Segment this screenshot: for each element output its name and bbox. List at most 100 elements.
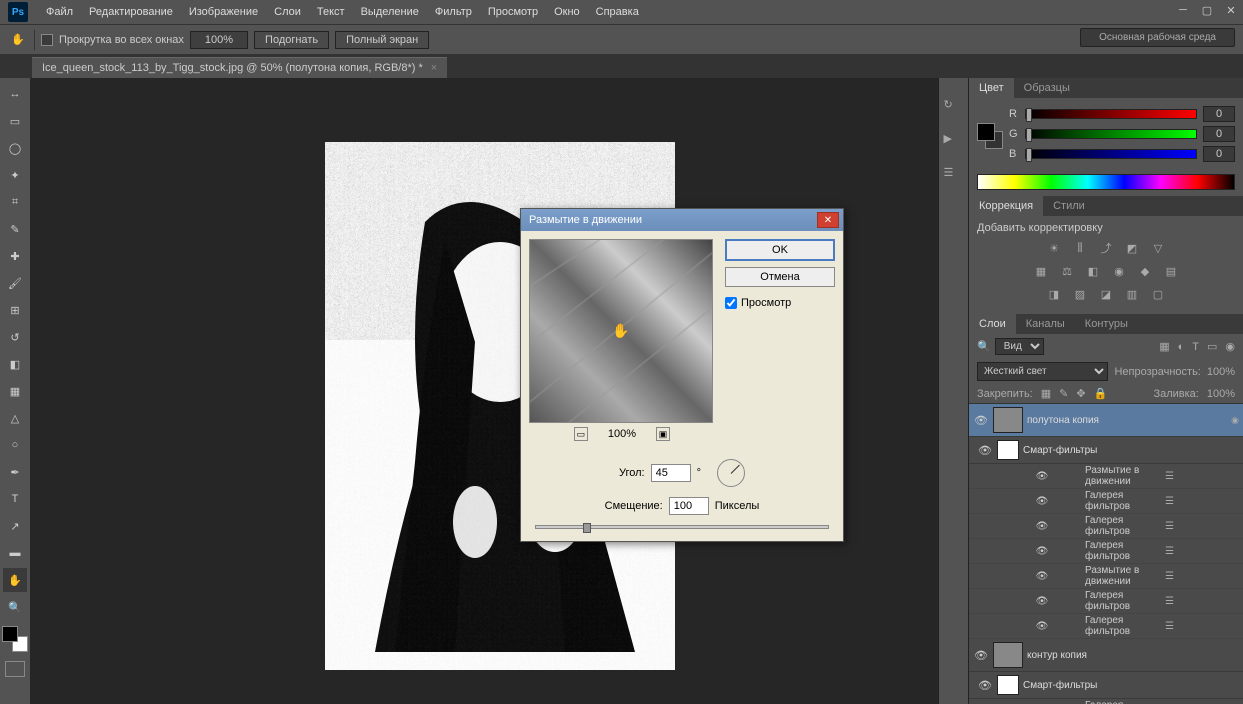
eraser-tool[interactable]: ◧ (3, 352, 27, 376)
dialog-titlebar[interactable]: Размытие в движении ✕ (521, 209, 843, 231)
blur-tool[interactable]: △ (3, 406, 27, 430)
layer-thumbnail[interactable] (993, 407, 1023, 433)
gradient-tool[interactable]: ▦ (3, 379, 27, 403)
vibrance-icon[interactable]: ▽ (1149, 239, 1167, 257)
selective-icon[interactable]: ▢ (1149, 285, 1167, 303)
menu-filter[interactable]: Фильтр (427, 6, 480, 18)
threshold-icon[interactable]: ◪ (1097, 285, 1115, 303)
opacity-value[interactable]: 100% (1207, 366, 1235, 378)
dodge-tool[interactable]: ○ (3, 433, 27, 457)
filter-name[interactable]: Галерея фильтров (1085, 700, 1159, 704)
menu-layers[interactable]: Слои (266, 6, 309, 18)
filter-preview[interactable]: ✋ (529, 239, 713, 423)
filter-options-icon[interactable]: ☰ (1165, 471, 1239, 482)
filter-options-icon[interactable]: ☰ (1165, 596, 1239, 607)
properties-panel-icon[interactable]: ☰ (944, 166, 964, 186)
history-tool[interactable]: ↺ (3, 325, 27, 349)
dialog-close-button[interactable]: ✕ (817, 212, 839, 228)
brightness-icon[interactable]: ☀ (1045, 239, 1063, 257)
menu-image[interactable]: Изображение (181, 6, 266, 18)
filter-name[interactable]: Галерея фильтров (1085, 515, 1159, 537)
layer-row[interactable]: 👁Смарт-фильтры (969, 672, 1243, 699)
zoom-field[interactable]: 100% (190, 31, 248, 49)
g-value[interactable]: 0 (1203, 126, 1235, 142)
ok-button[interactable]: OK (725, 239, 835, 261)
curves-icon[interactable]: ⤴ (1097, 239, 1115, 257)
layer-visibility-toggle[interactable]: 👁 (1005, 496, 1079, 507)
layer-name[interactable]: контур копия (1027, 650, 1239, 661)
filter-options-icon[interactable]: ☰ (1165, 546, 1239, 557)
lock-position-icon[interactable]: ✥ (1076, 387, 1085, 400)
document-tab[interactable]: Ice_queen_stock_113_by_Tigg_stock.jpg @ … (32, 57, 447, 78)
layer-row[interactable]: 👁полутона копия◉ (969, 404, 1243, 437)
balance-icon[interactable]: ⚖ (1058, 262, 1076, 280)
menu-help[interactable]: Справка (588, 6, 647, 18)
preview-checkbox-input[interactable] (725, 297, 737, 309)
offset-input[interactable] (669, 497, 709, 515)
lock-all-icon[interactable]: 🔒 (1094, 387, 1108, 400)
filter-options-icon[interactable]: ☰ (1165, 621, 1239, 632)
maximize-button[interactable]: ▢ (1195, 0, 1219, 20)
heal-tool[interactable]: ✚ (3, 244, 27, 268)
layer-visibility-toggle[interactable]: 👁 (973, 649, 989, 662)
layer-visibility-toggle[interactable]: 👁 (1005, 571, 1079, 582)
zoom-tool[interactable]: 🔍 (3, 595, 27, 619)
layer-thumbnail[interactable] (997, 675, 1019, 695)
angle-input[interactable] (651, 464, 691, 482)
marquee-tool[interactable]: ▭ (3, 109, 27, 133)
close-tab-icon[interactable]: × (431, 62, 437, 74)
layer-name[interactable]: Смарт-фильтры (1023, 445, 1239, 456)
layer-name[interactable]: Смарт-фильтры (1023, 680, 1239, 691)
move-tool[interactable]: ↔ (3, 82, 27, 106)
filter-type-icon[interactable]: T (1192, 341, 1199, 353)
layer-thumbnail[interactable] (993, 642, 1023, 668)
color-fgbg[interactable] (977, 123, 1003, 149)
b-slider[interactable] (1025, 149, 1197, 159)
menu-select[interactable]: Выделение (353, 6, 427, 18)
zoom-in-button[interactable]: ▣ (656, 427, 670, 441)
actions-panel-icon[interactable]: ▶ (944, 132, 964, 152)
history-panel-icon[interactable]: ↻ (944, 98, 964, 118)
brush-tool[interactable]: 🖌 (3, 271, 27, 295)
filter-name[interactable]: Галерея фильтров (1085, 540, 1159, 562)
pen-tool[interactable]: ✒ (3, 460, 27, 484)
fullscreen-button[interactable]: Полный экран (335, 31, 429, 49)
lookup-icon[interactable]: ▤ (1162, 262, 1180, 280)
lock-pixels-icon[interactable]: ✎ (1059, 387, 1068, 400)
photo-filter-icon[interactable]: ◉ (1110, 262, 1128, 280)
cancel-button[interactable]: Отмена (725, 267, 835, 287)
filter-adj-icon[interactable]: ◐ (1178, 341, 1185, 353)
g-slider[interactable] (1025, 129, 1197, 139)
layer-visibility-toggle[interactable]: 👁 (977, 444, 993, 457)
styles-tab[interactable]: Стили (1043, 196, 1095, 216)
r-slider[interactable] (1025, 109, 1197, 119)
invert-icon[interactable]: ◨ (1045, 285, 1063, 303)
offset-slider[interactable] (535, 525, 829, 529)
channels-tab[interactable]: Каналы (1016, 314, 1075, 334)
layer-filter-kind[interactable]: Вид (995, 338, 1044, 355)
levels-icon[interactable]: ⫼ (1071, 239, 1089, 257)
eyedropper-tool[interactable]: ✎ (3, 217, 27, 241)
menu-text[interactable]: Текст (309, 6, 353, 18)
layer-visibility-toggle[interactable]: 👁 (1005, 546, 1079, 557)
layer-visibility-toggle[interactable]: 👁 (1005, 471, 1079, 482)
filter-pixel-icon[interactable]: ▦ (1159, 340, 1169, 353)
stamp-tool[interactable]: ⊞ (3, 298, 27, 322)
layer-thumbnail[interactable] (997, 440, 1019, 460)
fill-value[interactable]: 100% (1207, 388, 1235, 400)
filter-name[interactable]: Галерея фильтров (1085, 490, 1159, 512)
blend-mode-select[interactable]: Жесткий свет (977, 362, 1108, 381)
filter-options-icon[interactable]: ☰ (1165, 521, 1239, 532)
menu-view[interactable]: Просмотр (480, 6, 546, 18)
color-swatches[interactable] (2, 626, 28, 652)
minimize-button[interactable]: ─ (1171, 0, 1195, 20)
lock-transparency-icon[interactable]: ▦ (1041, 387, 1051, 400)
posterize-icon[interactable]: ▨ (1071, 285, 1089, 303)
fit-button[interactable]: Подогнать (254, 31, 329, 49)
path-tool[interactable]: ↗ (3, 514, 27, 538)
zoom-out-button[interactable]: ▭ (574, 427, 588, 441)
quickmask-toggle[interactable] (5, 661, 25, 677)
adjustments-tab[interactable]: Коррекция (969, 196, 1043, 216)
filter-smart-icon[interactable]: ◉ (1225, 340, 1235, 353)
menu-edit[interactable]: Редактирование (81, 6, 181, 18)
